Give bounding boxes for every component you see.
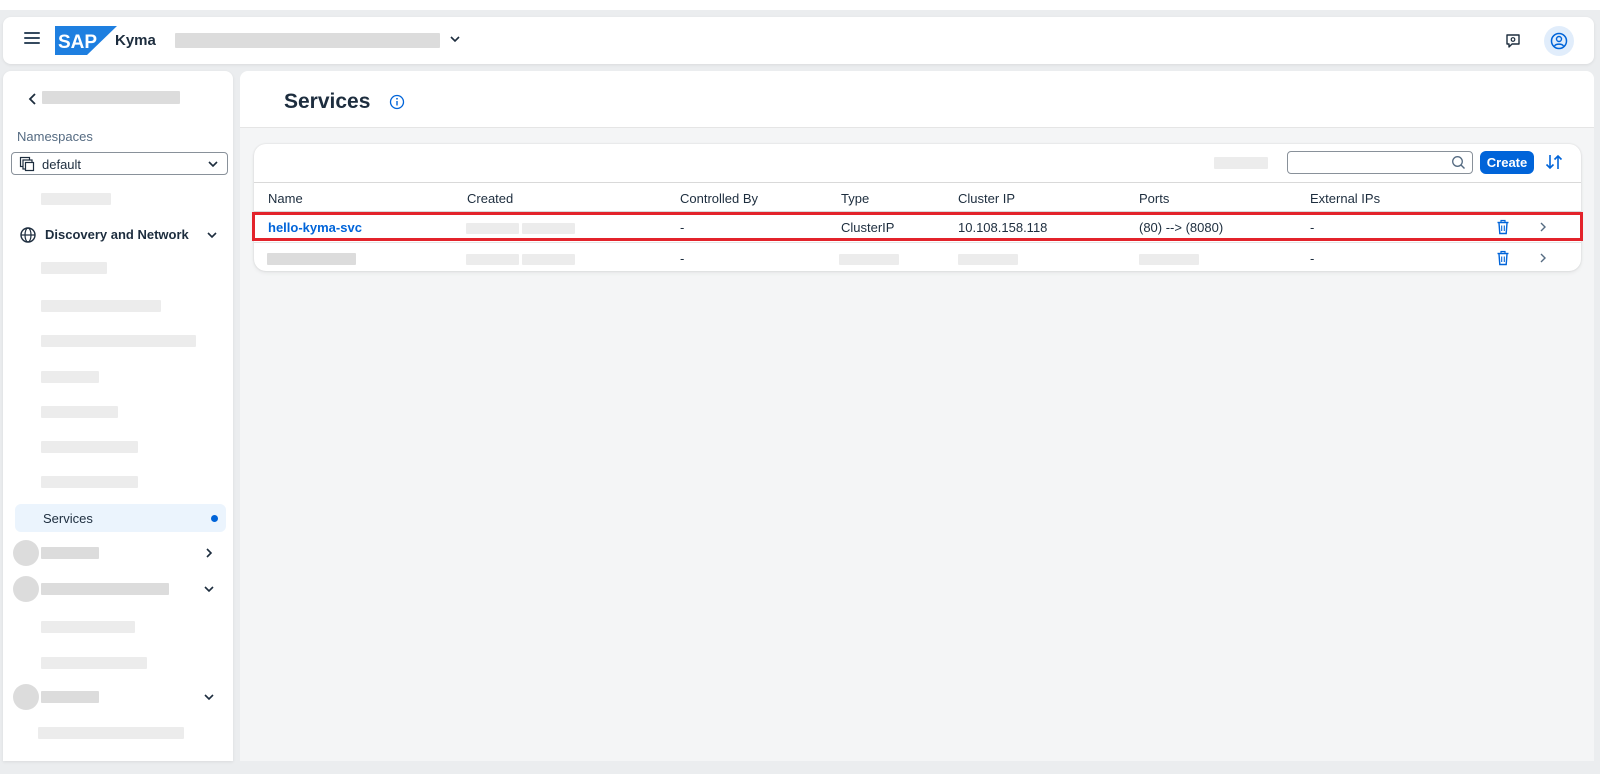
chevron-down-icon[interactable] (201, 689, 217, 705)
hamburger-icon[interactable] (21, 29, 43, 51)
created-time-placeholder (522, 223, 575, 234)
chevron-left-icon[interactable] (23, 89, 43, 109)
sidebar-item-label: Services (43, 511, 93, 526)
column-header-ports[interactable]: Ports (1139, 191, 1169, 206)
created-date-placeholder (466, 254, 519, 265)
services-table: Create Name Created Controlled By Type C… (252, 144, 1583, 274)
column-header-created[interactable]: Created (467, 191, 513, 206)
delete-icon[interactable] (1495, 250, 1511, 266)
svg-text:SAP: SAP (58, 32, 97, 53)
service-name-link[interactable]: hello-kyma-svc (268, 220, 362, 235)
nav-item-placeholder[interactable] (41, 193, 111, 205)
external-ips-cell: - (1310, 220, 1315, 235)
nav-item-placeholder[interactable] (41, 621, 135, 633)
namespace-value: default (42, 157, 82, 172)
chevron-right-icon[interactable] (1535, 219, 1551, 235)
nav-item-placeholder[interactable] (41, 335, 196, 347)
nav-item-placeholder[interactable] (41, 371, 99, 383)
nav-item-placeholder[interactable] (41, 262, 107, 274)
page-header: Services (240, 71, 1594, 128)
table-row[interactable]: hello-kyma-svc - ClusterIP 10.108.158.11… (252, 212, 1583, 243)
top-strip (0, 0, 1600, 10)
sidebar: Namespaces default Discovery and Network… (3, 71, 233, 761)
search-icon[interactable] (1451, 155, 1466, 170)
chevron-down-icon[interactable] (447, 31, 463, 47)
nav-group-icon-placeholder (13, 540, 39, 566)
type-cell: ClusterIP (841, 220, 895, 235)
user-icon[interactable] (1544, 26, 1574, 56)
sort-icon[interactable] (1542, 150, 1566, 174)
table-header: Name Created Controlled By Type Cluster … (254, 182, 1581, 212)
product-name: Kyma (115, 32, 156, 49)
created-date-placeholder (466, 223, 519, 234)
sidebar-item-services[interactable]: Services (15, 504, 226, 532)
chevron-down-icon[interactable] (201, 581, 217, 597)
create-button[interactable]: Create (1480, 151, 1534, 174)
type-placeholder (839, 254, 899, 265)
namespace-icon (19, 156, 35, 172)
ports-cell: (80) --> (8080) (1139, 220, 1224, 235)
column-header-controlled-by[interactable]: Controlled By (680, 191, 758, 206)
controlled-by-cell: - (680, 251, 685, 266)
nav-item-placeholder[interactable] (41, 476, 138, 488)
selected-indicator (211, 515, 218, 522)
column-header-cluster-ip[interactable]: Cluster IP (958, 191, 1015, 206)
row-highlight-box (252, 212, 1583, 241)
nav-item-placeholder[interactable] (41, 300, 161, 312)
nav-group-label: Discovery and Network (45, 227, 189, 242)
column-header-type[interactable]: Type (841, 191, 869, 206)
main-content: Services Create Name Created Controlled … (240, 71, 1594, 761)
table-row[interactable]: - - (254, 243, 1581, 274)
nav-group-placeholder[interactable] (41, 691, 99, 703)
page-title: Services (284, 90, 371, 113)
nav-item-placeholder[interactable] (41, 657, 147, 669)
info-icon[interactable] (389, 94, 405, 110)
ports-placeholder (1139, 254, 1199, 265)
chevron-right-icon[interactable] (201, 545, 217, 561)
column-header-name[interactable]: Name (268, 191, 303, 206)
cluster-name-placeholder (175, 33, 440, 48)
nav-item-placeholder[interactable] (41, 406, 118, 418)
namespace-select[interactable]: default (11, 152, 228, 175)
toolbar-placeholder (1214, 157, 1268, 169)
chevron-down-icon (207, 232, 217, 239)
created-time-placeholder (522, 254, 575, 265)
nav-group-placeholder[interactable] (41, 547, 99, 559)
back-label-placeholder (42, 91, 180, 104)
namespaces-label: Namespaces (17, 129, 93, 144)
shell-bar: SAP Kyma (3, 17, 1594, 64)
nav-group-icon-placeholder (13, 684, 39, 710)
delete-icon[interactable] (1495, 219, 1511, 235)
nav-group-icon-placeholder (13, 576, 39, 602)
nav-group-discovery-and-network[interactable]: Discovery and Network (11, 220, 228, 250)
cluster-ip-cell: 10.108.158.118 (958, 220, 1048, 235)
cluster-ip-placeholder (958, 254, 1018, 265)
globe-icon (20, 227, 36, 243)
search-input[interactable] (1288, 152, 1448, 173)
nav-group-placeholder[interactable] (41, 583, 169, 595)
chevron-right-icon[interactable] (1535, 250, 1551, 266)
nav-item-placeholder[interactable] (41, 441, 138, 453)
feedback-icon[interactable] (1498, 26, 1528, 56)
nav-item-placeholder[interactable] (38, 727, 184, 739)
controlled-by-cell: - (680, 220, 685, 235)
search-field[interactable] (1287, 151, 1473, 174)
external-ips-cell: - (1310, 251, 1315, 266)
column-header-external-ips[interactable]: External IPs (1310, 191, 1380, 206)
service-name-placeholder[interactable] (267, 253, 356, 265)
sap-logo: SAP (55, 26, 117, 55)
chevron-down-icon (208, 161, 218, 168)
